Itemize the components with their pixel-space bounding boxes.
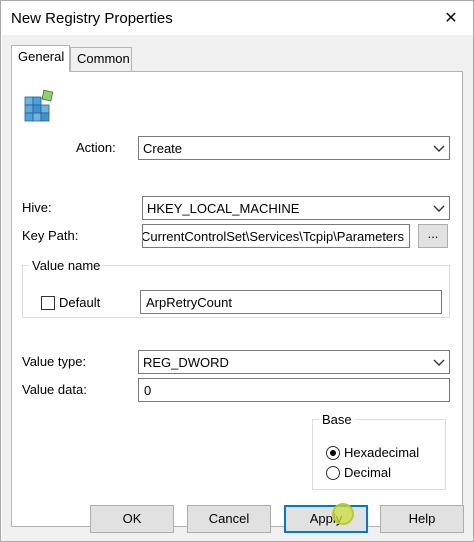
- value-name-group-label: Value name: [32, 258, 101, 273]
- default-label: Default: [59, 295, 101, 310]
- hexadecimal-radio[interactable]: [326, 446, 340, 460]
- title-bar: New Registry Properties ✕: [1, 1, 473, 35]
- value-data-input[interactable]: 0: [138, 378, 450, 402]
- default-checkbox[interactable]: [41, 296, 55, 310]
- close-icon: ✕: [444, 10, 458, 27]
- value-type-label: Value type:: [22, 354, 87, 369]
- value-type-value: REG_DWORD: [143, 355, 229, 370]
- tab-general[interactable]: General: [11, 45, 70, 72]
- close-button[interactable]: ✕: [429, 1, 473, 35]
- tab-general-label: General: [18, 49, 65, 64]
- keypath-value: CurrentControlSet\Services\Tcpip\Paramet…: [142, 229, 404, 244]
- hive-dropdown[interactable]: HKEY_LOCAL_MACHINE: [142, 196, 450, 220]
- registry-properties-dialog: New Registry Properties ✕ General Common: [0, 0, 474, 542]
- apply-button[interactable]: Apply: [284, 505, 368, 533]
- help-button[interactable]: Help: [380, 505, 464, 533]
- cancel-button[interactable]: Cancel: [187, 505, 271, 533]
- chevron-down-icon: [433, 359, 445, 366]
- value-name-value: ArpRetryCount: [146, 295, 232, 310]
- mouse-cursor-highlight: [332, 503, 354, 525]
- keypath-label: Key Path:: [22, 228, 79, 243]
- value-name-input[interactable]: ArpRetryCount: [140, 290, 442, 314]
- window-title: New Registry Properties: [11, 10, 173, 27]
- action-label: Action:: [76, 140, 116, 155]
- decimal-radio[interactable]: [326, 466, 340, 480]
- ok-button[interactable]: OK: [90, 505, 174, 533]
- keypath-input[interactable]: CurrentControlSet\Services\Tcpip\Paramet…: [142, 224, 410, 248]
- registry-cubes-icon: [24, 89, 54, 122]
- keypath-browse-button[interactable]: ...: [418, 224, 448, 248]
- value-type-dropdown[interactable]: REG_DWORD: [138, 350, 450, 374]
- chevron-down-icon: [433, 145, 445, 152]
- hive-value: HKEY_LOCAL_MACHINE: [147, 201, 300, 216]
- action-dropdown[interactable]: Create: [138, 136, 450, 160]
- decimal-label: Decimal: [344, 465, 391, 480]
- tab-common-label: Common: [77, 51, 130, 66]
- hive-label: Hive:: [22, 200, 52, 215]
- general-tab-panel: Action: Create Hive: HKEY_LOCAL_MACHINE …: [11, 71, 463, 527]
- action-value: Create: [143, 141, 183, 156]
- value-data-label: Value data:: [22, 382, 87, 397]
- value-data-value: 0: [144, 383, 152, 398]
- hexadecimal-label: Hexadecimal: [344, 445, 420, 460]
- tab-common[interactable]: Common: [70, 47, 132, 71]
- dialog-body: General Common Action: Create Hive: HKEY…: [2, 35, 473, 541]
- base-group-label: Base: [322, 412, 352, 427]
- chevron-down-icon: [433, 205, 445, 212]
